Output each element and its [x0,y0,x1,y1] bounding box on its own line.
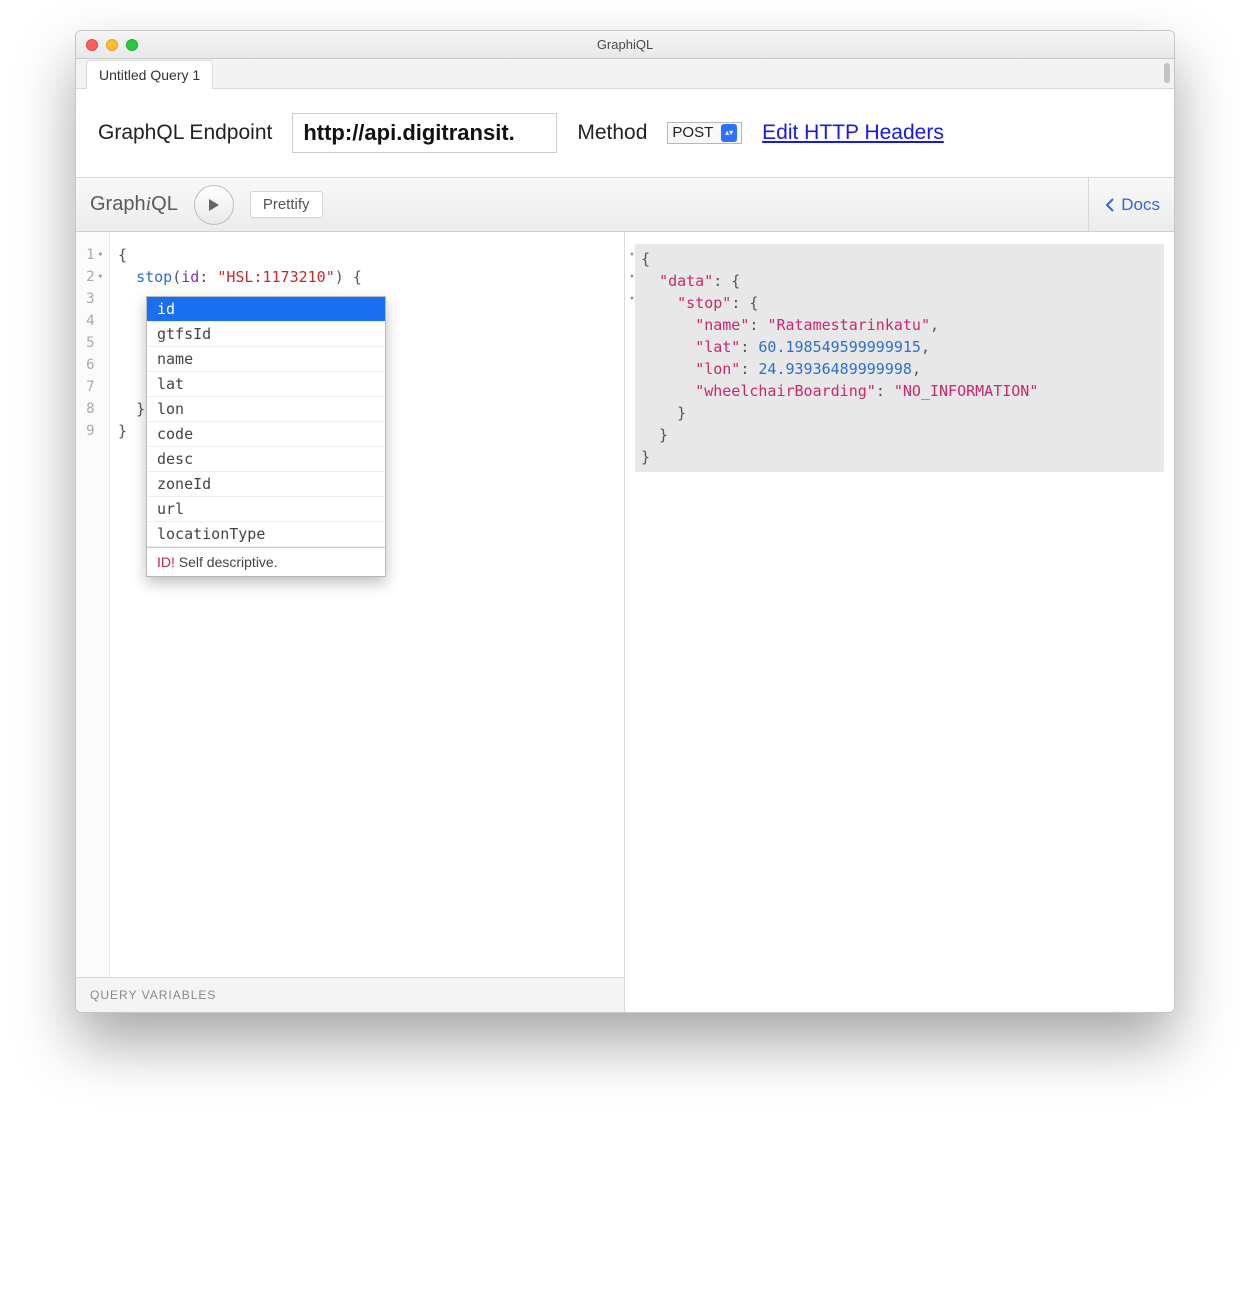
endpoint-bar: GraphQL Endpoint Method POST ▴▾ Edit HTT… [76,89,1174,178]
line-number-gutter: 1▾2▾3 4 5 6 7 8 9 [76,232,110,977]
autocomplete-option[interactable]: id [147,297,385,322]
line-number: 5 [76,332,103,354]
tabstrip: Untitled Query 1 [76,59,1174,89]
query-tab[interactable]: Untitled Query 1 [86,60,213,89]
line-number: 4 [76,310,103,332]
result-json[interactable]: { "data": { "stop": { "name": "Ratamesta… [635,244,1164,472]
query-editor-pane: 1▾2▾3 4 5 6 7 8 9 { stop(id: "HSL:117321… [76,232,625,1012]
endpoint-label: GraphQL Endpoint [98,121,272,145]
autocomplete-option[interactable]: name [147,347,385,372]
autocomplete-option[interactable]: desc [147,447,385,472]
autocomplete-option[interactable]: locationType [147,522,385,547]
result-fold-gutter: ▾▾▾ [627,244,637,310]
autocomplete-option[interactable]: code [147,422,385,447]
query-variables-header[interactable]: Query Variables [76,977,624,1012]
line-number: 7 [76,376,103,398]
query-editor[interactable]: { stop(id: "HSL:1173210") { } } idgtfsId… [110,232,624,977]
docs-toggle[interactable]: Docs [1088,178,1160,231]
execute-button[interactable] [194,185,234,225]
result-pane: ▾▾▾ { "data": { "stop": { "name": "Ratam… [625,232,1174,1012]
select-arrows-icon: ▴▾ [721,124,737,142]
line-number: 6 [76,354,103,376]
edit-http-headers-link[interactable]: Edit HTTP Headers [762,121,944,145]
line-number: 2▾ [76,266,103,288]
play-icon [206,197,222,213]
line-number: 9 [76,420,103,442]
autocomplete-option[interactable]: gtfsId [147,322,385,347]
autocomplete-option[interactable]: zoneId [147,472,385,497]
chevron-left-icon [1105,197,1115,213]
autocomplete-option[interactable]: lon [147,397,385,422]
window-title: GraphiQL [76,37,1174,52]
prettify-button[interactable]: Prettify [250,191,323,218]
endpoint-input[interactable] [292,113,557,153]
editor-panes: 1▾2▾3 4 5 6 7 8 9 { stop(id: "HSL:117321… [76,232,1174,1012]
autocomplete-option[interactable]: url [147,497,385,522]
line-number: 3 [76,288,103,310]
autocomplete-popup[interactable]: idgtfsIdnamelatloncodedesczoneIdurllocat… [146,296,386,577]
app-window: GraphiQL Untitled Query 1 GraphQL Endpoi… [75,30,1175,1013]
method-select[interactable]: POST ▴▾ [667,122,742,144]
autocomplete-option[interactable]: lat [147,372,385,397]
method-label: Method [577,121,647,145]
graphiql-logo: GraphiQL [90,193,178,216]
autocomplete-description: ID! Self descriptive. [147,547,385,576]
toolbar: GraphiQL Prettify Docs [76,178,1174,232]
method-value: POST [672,124,713,141]
line-number: 8 [76,398,103,420]
titlebar: GraphiQL [76,31,1174,59]
line-number: 1▾ [76,244,103,266]
